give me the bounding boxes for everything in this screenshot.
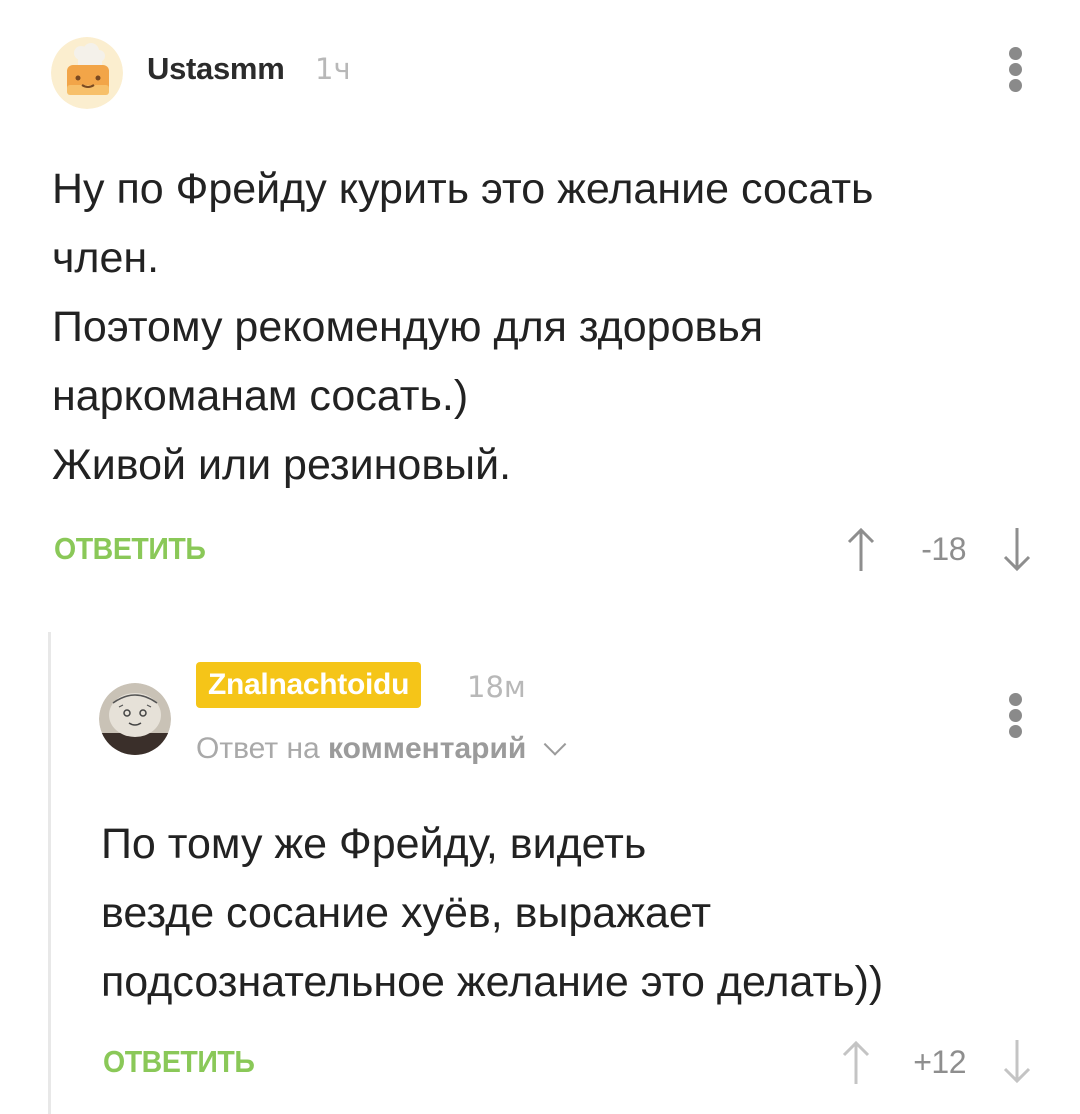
upvote-arrow-icon[interactable] <box>846 527 876 573</box>
chef-hat-avatar-icon <box>51 37 123 109</box>
vote-score: +12 <box>913 1044 966 1080</box>
reply-to-prefix: Ответ на <box>196 732 320 765</box>
downvote-arrow-icon[interactable] <box>1002 526 1032 572</box>
comment-line: Живой или резиновый. <box>52 441 512 489</box>
comment-line: По тому же Фрейду, видеть <box>101 820 647 868</box>
comment-line: везде сосание хуёв, выражает <box>101 889 712 937</box>
more-vertical-icon[interactable] <box>1001 688 1031 744</box>
thread-line <box>48 632 51 1114</box>
comment-body: По тому же Фрейду, видеть везде сосание … <box>101 810 883 1017</box>
comment-line: подсознательное желание это делать)) <box>101 958 884 1006</box>
chevron-down-icon[interactable] <box>543 733 567 756</box>
author-avatar[interactable] <box>99 683 171 755</box>
comment-time: 18м <box>467 670 526 704</box>
doodle-face-avatar-icon <box>99 683 171 755</box>
author-name[interactable]: Ustasmm <box>147 49 285 89</box>
comment-line: Ну по Фрейду курить это желание сосать <box>52 165 874 213</box>
author-name-badge[interactable]: Znalnachtoidu <box>196 662 422 708</box>
comment-line: Поэтому рекомендую для здоровья <box>52 303 764 351</box>
upvote-arrow-icon[interactable] <box>841 1040 871 1086</box>
comment-line: наркоманам сосать.) <box>52 372 469 420</box>
downvote-arrow-icon[interactable] <box>1002 1038 1032 1084</box>
reply-to-comment-link[interactable]: комментарий <box>328 732 526 765</box>
comment-time: 1ч <box>315 52 351 86</box>
vote-score: -18 <box>921 531 966 567</box>
more-vertical-icon[interactable] <box>1001 42 1031 98</box>
comment-body: Ну по Фрейду курить это желание сосать ч… <box>52 155 873 500</box>
reply-to-link[interactable]: Ответ на комментарий <box>196 729 567 769</box>
reply-button[interactable]: ОТВЕТИТЬ <box>54 529 206 569</box>
author-avatar[interactable] <box>51 37 123 109</box>
reply-button[interactable]: ОТВЕТИТЬ <box>103 1042 255 1082</box>
comment-line: член. <box>52 234 160 282</box>
